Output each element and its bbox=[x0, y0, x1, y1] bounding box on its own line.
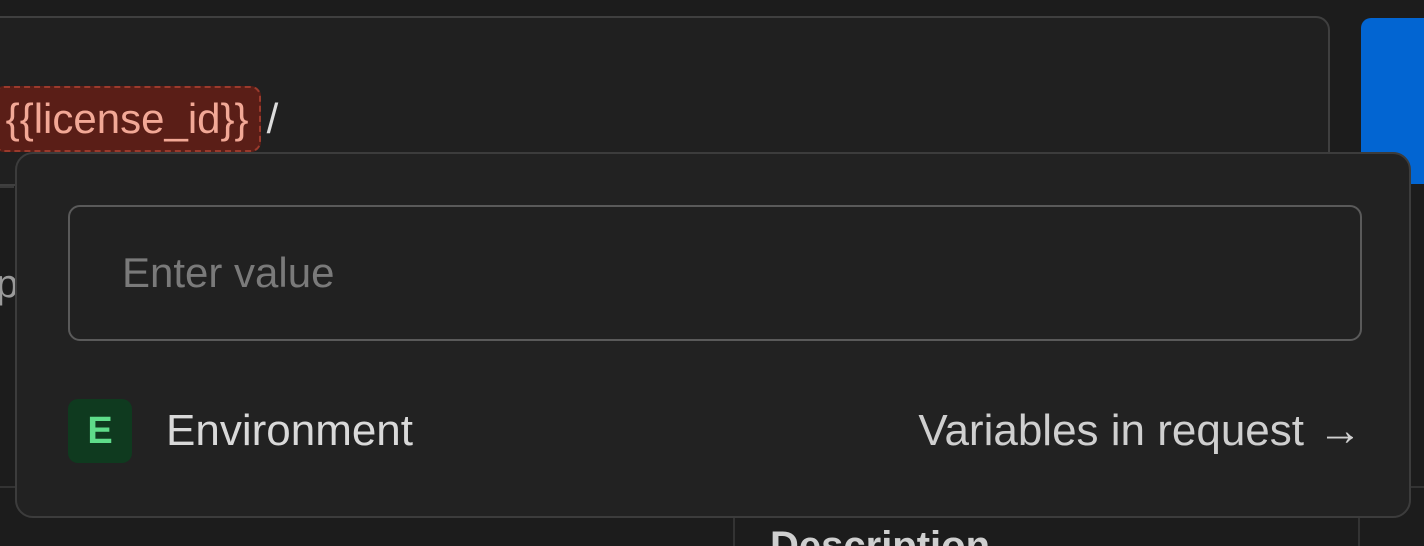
environment-label: Environment bbox=[166, 406, 414, 455]
popover-footer: E Environment Variables in request → bbox=[68, 398, 1362, 464]
variables-in-request-link[interactable]: Variables in request → bbox=[918, 406, 1362, 456]
arrow-right-icon: → bbox=[1318, 406, 1362, 455]
column-header-description: Description bbox=[770, 524, 991, 546]
stage: / {{license_id}} / p Description E Envir… bbox=[0, 0, 1424, 546]
panel-edge bbox=[0, 186, 14, 488]
path-separator: / bbox=[266, 95, 279, 142]
variables-in-request-label: Variables in request bbox=[918, 406, 1304, 455]
variable-scope: E Environment bbox=[68, 399, 413, 463]
url-path: / {{license_id}} / bbox=[0, 84, 284, 154]
variable-chip-license-id[interactable]: {{license_id}} bbox=[0, 86, 261, 152]
environment-badge-icon: E bbox=[68, 399, 132, 463]
variable-value-input[interactable] bbox=[68, 205, 1362, 341]
variable-popover: E Environment Variables in request → bbox=[15, 152, 1411, 518]
